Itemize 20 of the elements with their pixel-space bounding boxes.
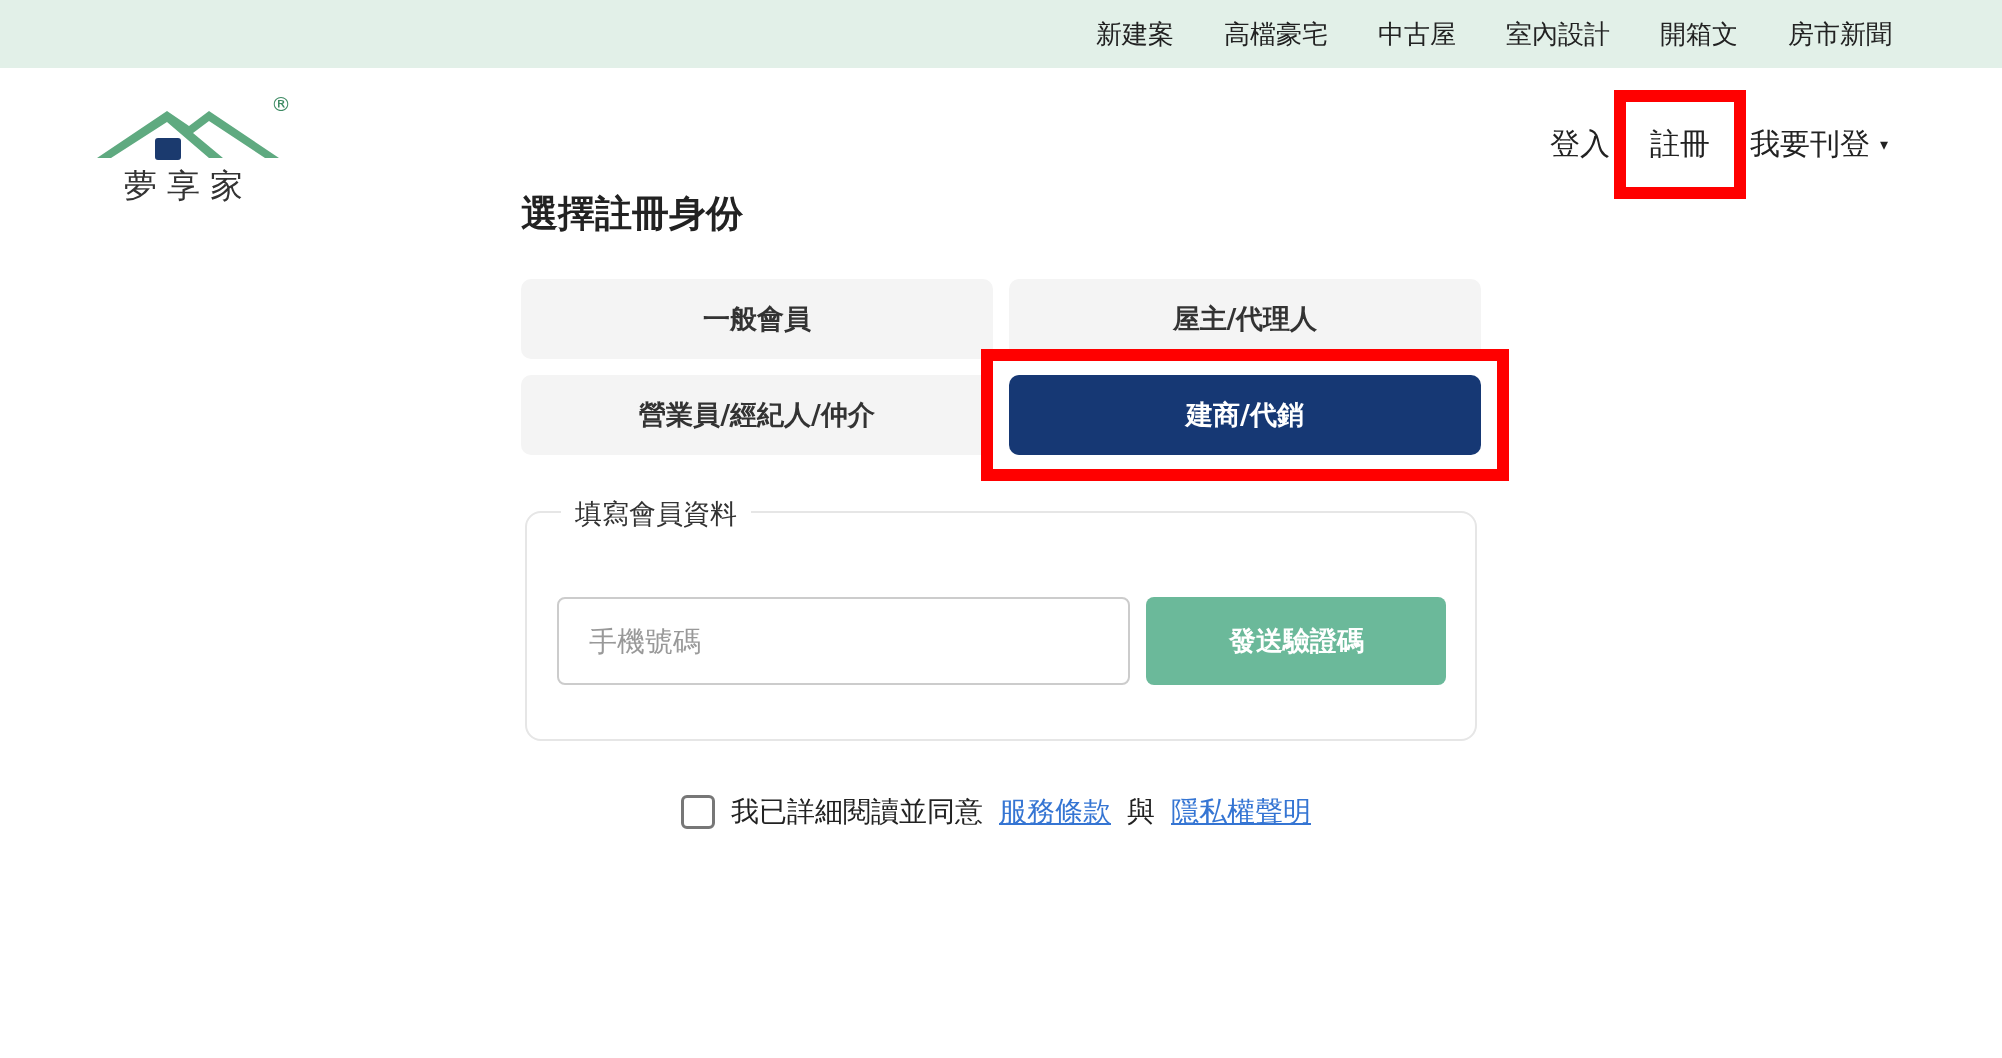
nav-link[interactable]: 室內設計 [1506, 16, 1610, 52]
agreement-text: 我已詳細閱讀並同意 [731, 794, 983, 830]
nav-link[interactable]: 高檔豪宅 [1224, 16, 1328, 52]
logo-text: 夢享家 [123, 165, 253, 207]
registered-mark: ® [271, 92, 291, 116]
post-listing-menu[interactable]: 我要刊登 ▾ [1749, 124, 1888, 165]
nav-link[interactable]: 房市新聞 [1788, 16, 1892, 52]
nav-link[interactable]: 新建案 [1096, 16, 1174, 52]
account-link[interactable]: 登入 [1549, 124, 1610, 165]
page-title: 選擇註冊身份 [521, 191, 744, 237]
privacy-link[interactable]: 隱私權聲明 [1171, 793, 1311, 831]
conjunction-text: 與 [1127, 794, 1155, 830]
phone-input-field[interactable]: 手機號碼 [557, 597, 1130, 685]
terms-link[interactable]: 服務條款 [999, 793, 1111, 831]
role-tab[interactable]: 一般會員 [521, 279, 993, 359]
nav-link[interactable]: 中古屋 [1378, 16, 1456, 52]
role-tab[interactable]: 建商/代銷 [1009, 375, 1481, 455]
nav-link[interactable]: 開箱文 [1660, 16, 1738, 52]
account-link[interactable]: 註冊 [1649, 124, 1710, 165]
agree-checkbox[interactable] [681, 795, 715, 829]
